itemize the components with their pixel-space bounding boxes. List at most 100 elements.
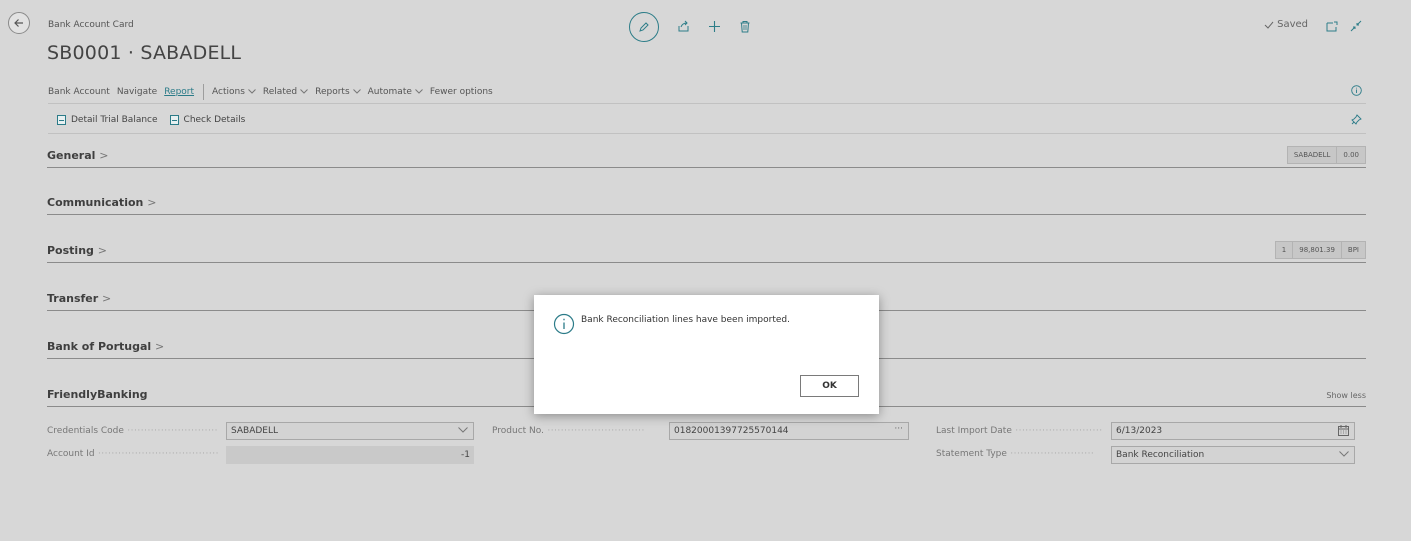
section-general[interactable]: General > SABADELL 0.00	[47, 146, 1366, 168]
chevron-down-icon	[352, 89, 361, 94]
section-communication-label: Communication	[47, 196, 144, 209]
chevron-down-icon	[248, 89, 256, 94]
statement-type-value: Bank Reconciliation	[1116, 450, 1205, 460]
message-dialog: Bank Reconciliation lines have been impo…	[534, 295, 879, 414]
report-icon	[57, 114, 66, 125]
section-posting-label: Posting	[47, 244, 94, 257]
credentials-code-dropdown[interactable]	[458, 426, 468, 436]
product-no-label: Product No. ····························…	[492, 426, 645, 436]
menu-actions-label: Actions	[212, 86, 245, 97]
posting-summary-count: 1	[1274, 241, 1294, 259]
account-id-label-text: Account Id	[47, 449, 95, 459]
general-summary-name: SABADELL	[1286, 146, 1338, 164]
report-icon	[169, 114, 179, 125]
menu-automate[interactable]: Automate	[368, 87, 423, 97]
menu-automate-label: Automate	[367, 86, 412, 97]
last-import-date-label: Last Import Date ·······················…	[936, 426, 1103, 436]
show-less-link[interactable]: Show less	[1326, 391, 1366, 400]
detail-trial-balance-label: Detail Trial Balance	[71, 114, 158, 125]
share-button[interactable]	[677, 18, 690, 37]
section-general-title: General >	[47, 149, 109, 162]
last-import-date-label-text: Last Import Date	[936, 426, 1012, 436]
check-details-button[interactable]: Check Details	[169, 114, 246, 125]
edit-icon	[639, 22, 649, 32]
last-import-date-value: 6/13/2023	[1116, 426, 1163, 436]
menu-navigate[interactable]: Navigate	[117, 87, 157, 97]
section-general-label: General	[47, 149, 96, 162]
product-no-lookup[interactable]: ···	[894, 424, 903, 434]
section-communication-title: Communication >	[47, 196, 157, 209]
collapse-button[interactable]	[1350, 17, 1362, 36]
account-id-label: Account Id ·····························…	[47, 449, 219, 459]
menu-bank-account[interactable]: Bank Account	[48, 87, 110, 97]
dialog-message: Bank Reconciliation lines have been impo…	[581, 315, 790, 325]
menu-related[interactable]: Related	[263, 87, 308, 97]
menu-reports[interactable]: Reports	[315, 87, 361, 97]
ok-button[interactable]: OK	[800, 375, 859, 397]
general-summary-balance: 0.00	[1336, 146, 1366, 164]
info-button[interactable]	[1351, 85, 1362, 99]
delete-button[interactable]	[739, 18, 751, 37]
add-icon	[709, 20, 720, 32]
new-button[interactable]	[708, 18, 721, 37]
credentials-code-label-text: Credentials Code	[47, 426, 124, 436]
section-transfer-title: Transfer >	[47, 292, 112, 305]
account-id-field: -1	[226, 446, 474, 464]
dialog-info-icon-wrap	[553, 313, 575, 339]
fewer-options-button[interactable]: Fewer options	[430, 87, 493, 97]
section-communication[interactable]: Communication >	[47, 193, 1366, 215]
menu-related-label: Related	[262, 86, 298, 97]
product-no-value: 01820001397725570144	[674, 426, 789, 436]
action-bar-separator	[203, 83, 205, 100]
product-no-label-text: Product No.	[492, 426, 544, 436]
credentials-code-value: SABADELL	[231, 426, 279, 436]
section-bank-of-portugal-title: Bank of Portugal >	[47, 340, 165, 353]
pin-button[interactable]	[1351, 114, 1362, 128]
back-button[interactable]	[8, 12, 30, 34]
section-bank-of-portugal-label: Bank of Portugal	[47, 340, 152, 353]
check-icon	[1264, 21, 1274, 29]
delete-icon	[740, 20, 750, 32]
bank-account-card: Bank Account Card SB0001 · SABADELL Save…	[36, 0, 1366, 541]
section-transfer-label: Transfer	[47, 292, 99, 305]
promoted-actions: Detail Trial Balance Check Details	[48, 106, 1366, 134]
product-no-field[interactable]: 01820001397725570144 ···	[669, 422, 909, 440]
statement-type-label-text: Statement Type	[936, 449, 1007, 459]
chevron-down-icon	[415, 89, 423, 94]
check-details-label: Check Details	[183, 114, 246, 125]
credentials-code-field[interactable]: SABADELL	[226, 422, 474, 440]
account-id-value: -1	[461, 450, 470, 460]
share-icon	[678, 20, 689, 31]
calendar-icon	[1338, 425, 1349, 436]
info-icon	[1351, 85, 1362, 96]
page-caption: Bank Account Card	[48, 20, 134, 30]
saved-label: Saved	[1277, 19, 1308, 30]
ellipsis-icon: ···	[894, 424, 903, 434]
pin-icon	[1351, 114, 1362, 125]
statement-type-field[interactable]: Bank Reconciliation	[1111, 446, 1355, 464]
section-posting-title: Posting >	[47, 244, 107, 257]
menu-actions[interactable]: Actions	[212, 87, 256, 97]
posting-summary-code: BPI	[1340, 241, 1366, 259]
section-posting[interactable]: Posting > 1 98,801.39 BPI	[47, 241, 1366, 263]
action-bar: Bank Account Navigate Report Actions Rel…	[48, 80, 1366, 104]
general-summary: SABADELL 0.00	[1286, 146, 1366, 164]
menu-reports-label: Reports	[315, 86, 350, 97]
last-import-date-field[interactable]: 6/13/2023	[1111, 422, 1355, 440]
statement-type-dropdown[interactable]	[1339, 450, 1349, 460]
edit-button[interactable]	[629, 12, 659, 42]
chevron-down-icon	[458, 427, 468, 433]
chevron-down-icon	[1339, 451, 1349, 457]
saved-status: Saved	[1264, 19, 1308, 30]
date-picker-button[interactable]	[1338, 425, 1349, 439]
detail-trial-balance-button[interactable]: Detail Trial Balance	[57, 114, 158, 125]
open-new-window-button[interactable]	[1326, 17, 1338, 36]
open-new-window-icon	[1326, 21, 1338, 32]
credentials-code-label: Credentials Code ·······················…	[47, 426, 219, 436]
info-icon	[553, 313, 575, 335]
section-friendly-banking-title: FriendlyBanking	[47, 388, 148, 401]
statement-type-label: Statement Type ·························	[936, 449, 1095, 459]
collapse-icon	[1350, 20, 1362, 32]
posting-summary: 1 98,801.39 BPI	[1274, 241, 1366, 259]
menu-report[interactable]: Report	[164, 87, 194, 97]
